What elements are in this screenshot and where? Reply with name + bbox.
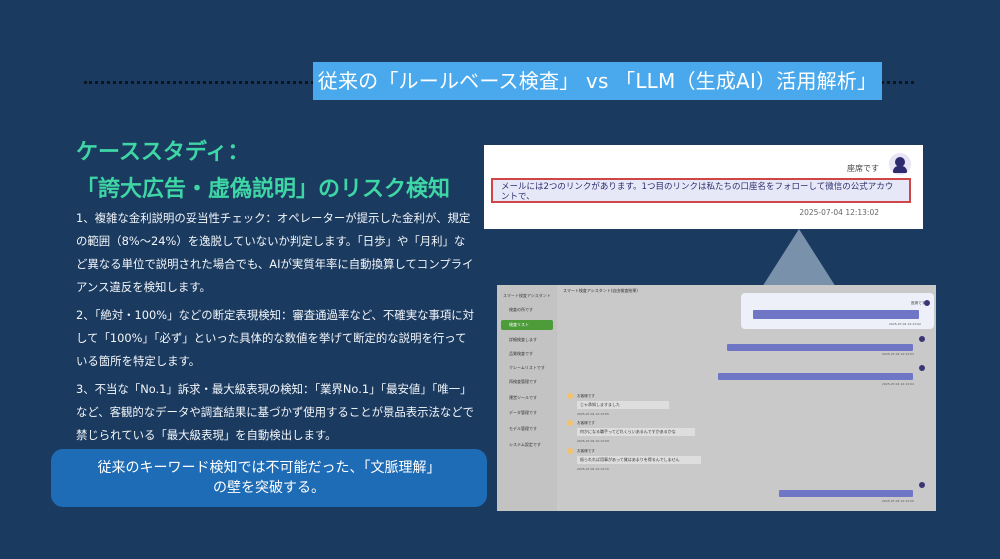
agent-message-bubble[interactable]: [779, 490, 913, 497]
agent-message-time: 2025-07-04 12:13:20: [882, 499, 914, 503]
case-study-label: ケーススタディ：: [76, 140, 250, 165]
agent-message-bubble[interactable]: [727, 344, 913, 351]
agent-message-time: 2025-07-04 12:13:04: [882, 382, 914, 386]
sidebar-item-ops-tools[interactable]: 運営ツールです: [501, 393, 553, 403]
customer-avatar-icon: [567, 393, 573, 399]
sidebar-item-complaints[interactable]: クレームリストです: [501, 363, 553, 373]
page-title: 従来の「ルールベース検査」 vs 「LLM（生成AI）活用解析」: [313, 62, 882, 100]
zoomed-message-card: 座席です メールには2つのリンクがあります。1つ目のリンクは私たちの口座名をフォ…: [484, 145, 923, 229]
sidebar-title: スマート検査アシスタント: [503, 293, 551, 298]
sidebar-item-inspection-list[interactable]: 検査リスト: [501, 320, 553, 330]
customer-message-bubble[interactable]: 何かになる職手ってどれくらいあるんですかあるかな: [577, 428, 695, 436]
agent-avatar-icon: [919, 365, 925, 371]
customer-message-time: 2025-07-04 12:13:09: [577, 439, 609, 443]
agent-message-time: 2025-07-04 12:13:03: [882, 352, 914, 356]
zoom-message-bubble[interactable]: メールには2つのリンクがあります。1つ目のリンクは私たちの口座名をフォローして微…: [491, 178, 911, 203]
customer-name: お客様です: [577, 421, 595, 425]
zoom-timestamp: 2025-07-04 12:13:02: [799, 208, 879, 217]
sidebar-item-home[interactable]: 検査の所です: [501, 305, 553, 315]
highlighted-agent-message: 座席です 2025-07-04 12:13:02: [741, 293, 934, 329]
app-header-title: スマート検査アシスタント(自由検査結果): [563, 288, 638, 293]
case-study-title: 「誇大広告・虚偽説明」のリスク検知: [76, 177, 451, 202]
customer-message-time: 2025-07-04 12:13:05: [577, 412, 609, 416]
point-2: 2、「絶対・100%」などの断定表現検知：審査通過率など、不確実な事項に対して「…: [76, 308, 475, 368]
callout-line-2: の壁を突破する。: [213, 480, 325, 496]
agent-message-bubble[interactable]: [718, 373, 913, 380]
zoom-sender-name: 座席です: [847, 164, 879, 173]
sidebar-item-data[interactable]: データ管理です: [501, 408, 553, 418]
customer-avatar-icon: [567, 448, 573, 454]
point-3: 3、不当な「No.1」訴求・最大級表現の検知：「業界No.1」「最安値」「唯一」…: [76, 382, 474, 442]
headset-agent-icon: [889, 153, 911, 175]
title-row: 従来の「ルールベース検査」 vs 「LLM（生成AI）活用解析」: [84, 62, 914, 102]
customer-avatar-icon: [567, 420, 573, 426]
agent-avatar-icon: [919, 482, 925, 488]
customer-name: お客様です: [577, 449, 595, 453]
callout-box: 従来のキーワード検知では不可能だった、「文脈理解」 の壁を突破する。: [51, 449, 487, 507]
customer-message-bubble[interactable]: じゃ承知しますました: [577, 401, 669, 409]
highlighted-message-bubble[interactable]: [753, 310, 919, 319]
customer-message-bubble[interactable]: 振られれば用事があって貸はあまりを得るんでしません: [577, 456, 701, 464]
customer-message-time: 2025-07-04 12:13:15: [577, 467, 609, 471]
sidebar-item-quality[interactable]: 品質検査です: [501, 349, 553, 359]
agent-avatar-icon: [924, 300, 930, 306]
sidebar-item-settings[interactable]: システム設定です: [501, 440, 553, 450]
agent-avatar-icon: [919, 336, 925, 342]
sidebar-item-reinspection[interactable]: 再検査管理です: [501, 377, 553, 387]
sidebar-item-detail[interactable]: 詳細検査します: [501, 335, 553, 345]
callout-line-1: 従来のキーワード検知では不可能だった、「文脈理解」: [97, 460, 441, 476]
agent-message-time: 2025-07-04 12:13:02: [889, 322, 921, 326]
point-1: 1、複雑な金利説明の妥当性チェック：オペレーターが提示した金利が、規定の範囲（8…: [76, 211, 474, 294]
sidebar-item-models[interactable]: モデル管理です: [501, 424, 553, 434]
sidebar: スマート検査アシスタント 検査の所です 検査リスト 詳細検査します 品質検査です…: [497, 285, 557, 511]
customer-name: お客様です: [577, 394, 595, 398]
